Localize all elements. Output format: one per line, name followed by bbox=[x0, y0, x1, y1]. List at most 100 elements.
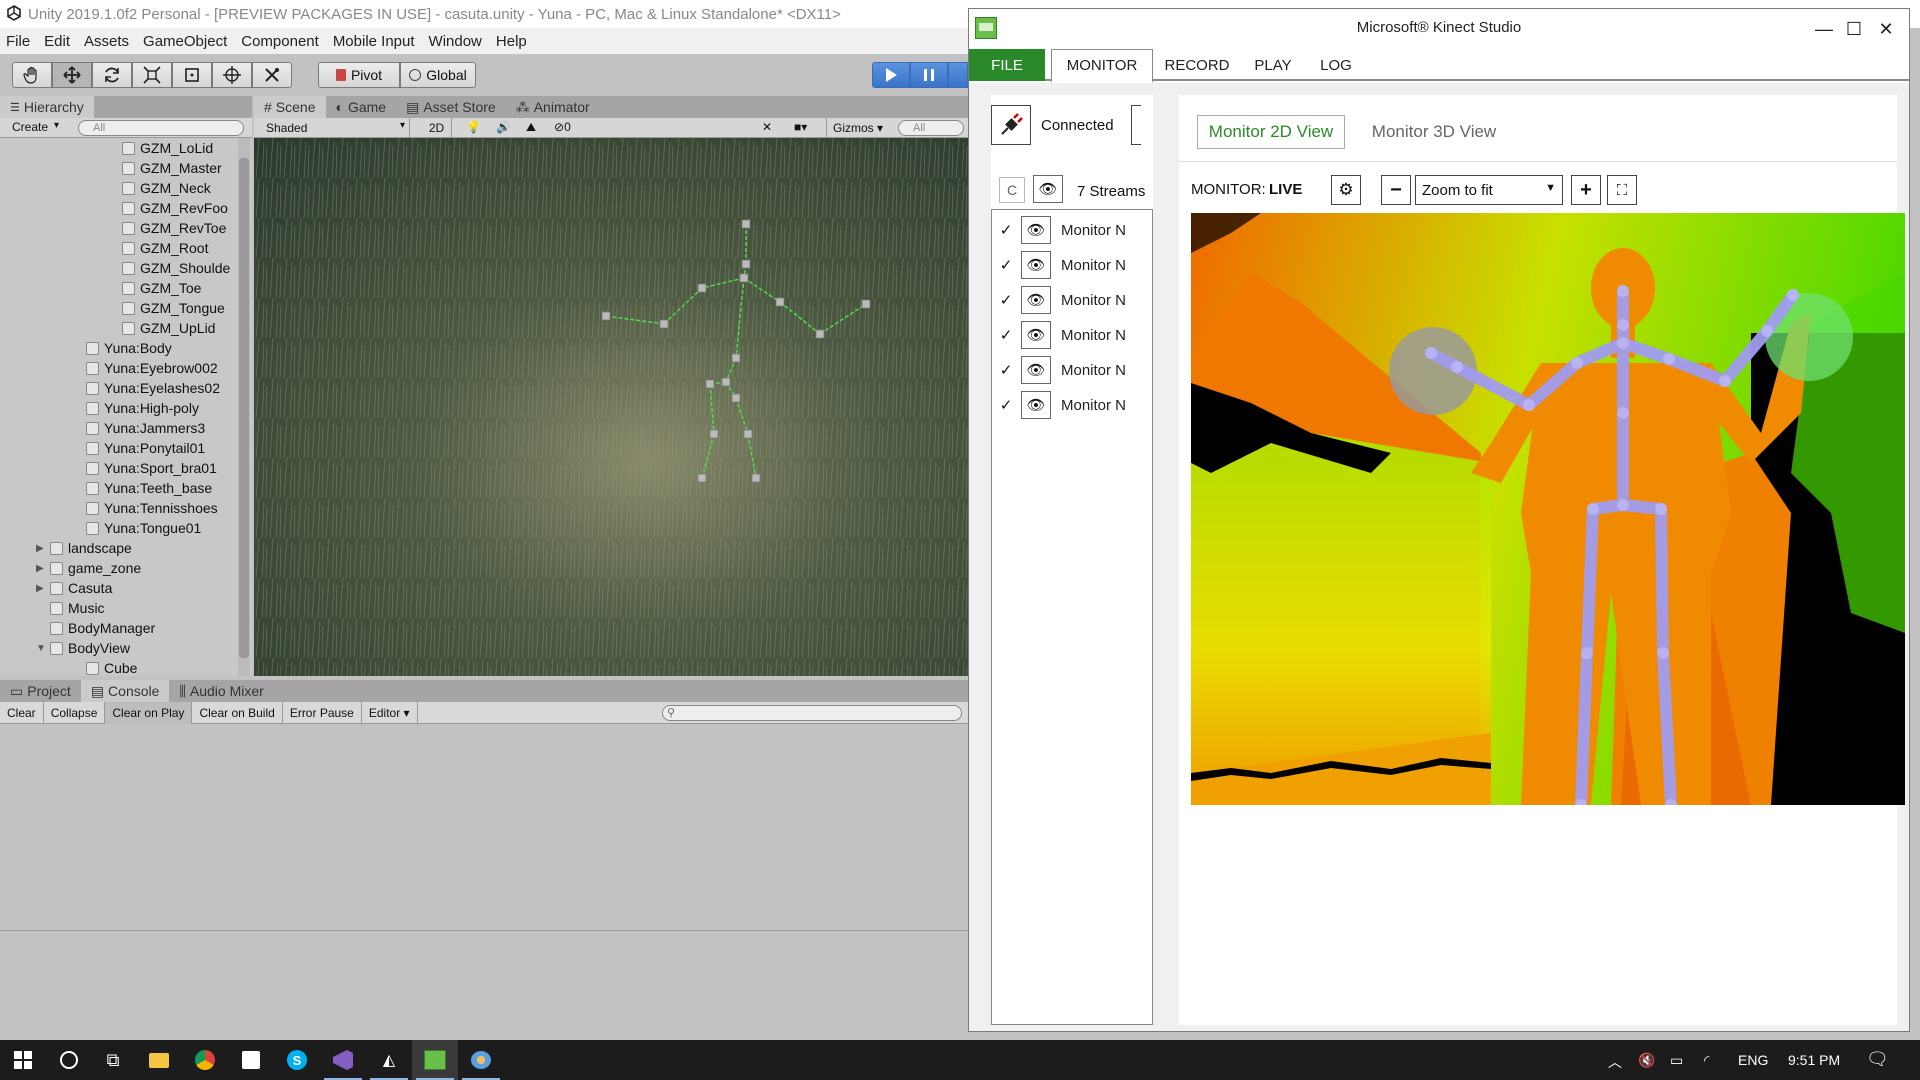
triangle-right-icon[interactable]: ▶ bbox=[36, 583, 44, 594]
stream-row[interactable]: ✓ 👁 Monitor N bbox=[991, 213, 1153, 247]
pivot-toggle[interactable]: Pivot bbox=[318, 62, 400, 88]
stream-eye-toggle[interactable]: 👁 bbox=[1021, 356, 1051, 384]
chrome-button[interactable] bbox=[182, 1040, 228, 1080]
hierarchy-scroll-thumb[interactable] bbox=[239, 158, 249, 658]
hierarchy-item[interactable]: GZM_Tongue bbox=[122, 298, 225, 318]
language-indicator[interactable]: ENG bbox=[1738, 1052, 1768, 1068]
checkmark-icon[interactable]: ✓ bbox=[991, 326, 1021, 344]
task-view-button[interactable]: ⧉ bbox=[90, 1040, 136, 1080]
fullscreen-button[interactable]: ⛶ bbox=[1607, 175, 1637, 205]
hierarchy-item[interactable]: GZM_Shoulde bbox=[122, 258, 230, 278]
audio-icon[interactable]: 🔊 bbox=[496, 120, 511, 134]
start-button[interactable] bbox=[0, 1040, 46, 1080]
stream-eye-toggle[interactable]: 👁 bbox=[1021, 321, 1051, 349]
menu-edit[interactable]: Edit bbox=[44, 33, 70, 50]
stream-row[interactable]: ✓ 👁 Monitor N bbox=[991, 283, 1153, 317]
all-streams-eye-toggle[interactable]: 👁 bbox=[1033, 175, 1063, 203]
triangle-right-icon[interactable]: ▶ bbox=[36, 563, 44, 574]
file-explorer-button[interactable] bbox=[136, 1040, 182, 1080]
checkmark-icon[interactable]: ✓ bbox=[991, 361, 1021, 379]
stream-eye-toggle[interactable]: 👁 bbox=[1021, 251, 1051, 279]
move-tool-button[interactable] bbox=[52, 62, 92, 88]
hierarchy-item[interactable]: BodyManager bbox=[50, 618, 155, 638]
triangle-down-icon[interactable]: ▼ bbox=[36, 643, 46, 654]
menu-component[interactable]: Component bbox=[241, 33, 319, 50]
tab-asset-store[interactable]: ▤ Asset Store bbox=[396, 96, 506, 118]
hierarchy-item[interactable]: Yuna:Eyelashes02 bbox=[86, 378, 220, 398]
tab-console[interactable]: ▤ Console bbox=[80, 680, 170, 702]
monitor-2d-view-tab[interactable]: Monitor 2D View bbox=[1197, 115, 1345, 149]
menu-window[interactable]: Window bbox=[429, 33, 482, 50]
c-toggle[interactable]: C bbox=[999, 177, 1025, 203]
hierarchy-item[interactable]: ▶ game_zone bbox=[36, 558, 141, 578]
checkmark-icon[interactable]: ✓ bbox=[991, 396, 1021, 414]
tools-cross-icon[interactable]: ✕ bbox=[762, 120, 772, 134]
tab-hierarchy[interactable]: ☰ Hierarchy bbox=[0, 96, 94, 118]
kinect-menu-monitor[interactable]: MONITOR bbox=[1051, 49, 1153, 83]
console-detail-area[interactable] bbox=[0, 930, 968, 1012]
hierarchy-item[interactable]: ▶ landscape bbox=[36, 538, 132, 558]
search-button[interactable] bbox=[46, 1040, 92, 1080]
hierarchy-item[interactable]: Yuna:Teeth_base bbox=[86, 478, 212, 498]
connect-button[interactable] bbox=[991, 105, 1031, 145]
tab-project[interactable]: ▭ Project bbox=[0, 680, 81, 702]
settings-button[interactable]: ⚙ bbox=[1331, 175, 1361, 205]
zoom-dropdown[interactable]: Zoom to fit ▼ bbox=[1415, 175, 1563, 205]
global-toggle[interactable]: Global bbox=[400, 62, 476, 88]
hierarchy-item[interactable]: GZM_Toe bbox=[122, 278, 201, 298]
checkmark-icon[interactable]: ✓ bbox=[991, 291, 1021, 309]
hierarchy-item[interactable]: Yuna:Ponytail01 bbox=[86, 438, 205, 458]
kinect-studio-taskbar-button[interactable] bbox=[412, 1040, 458, 1080]
skype-button[interactable]: S bbox=[274, 1040, 320, 1080]
hierarchy-item[interactable]: GZM_Master bbox=[122, 158, 222, 178]
menu-assets[interactable]: Assets bbox=[84, 33, 129, 50]
visual-studio-button[interactable] bbox=[320, 1040, 366, 1080]
tab-scene[interactable]: # Scene bbox=[254, 96, 326, 118]
hierarchy-item[interactable]: Music bbox=[50, 598, 105, 618]
step-button[interactable] bbox=[948, 62, 968, 88]
close-icon[interactable]: ✕ bbox=[1871, 17, 1901, 41]
zoom-out-button[interactable]: − bbox=[1381, 175, 1411, 205]
kinect-menu-record[interactable]: RECORD bbox=[1157, 49, 1237, 81]
zoom-in-button[interactable]: + bbox=[1571, 175, 1601, 205]
clear-on-play-button[interactable]: Clear on Play bbox=[105, 701, 193, 724]
hierarchy-item[interactable]: GZM_RevToe bbox=[122, 218, 226, 238]
hierarchy-scrollbar[interactable] bbox=[238, 138, 250, 676]
console-search-input[interactable]: ⚲ bbox=[662, 705, 962, 721]
scale-tool-button[interactable] bbox=[132, 62, 172, 88]
effects-icon[interactable]: ⛰ bbox=[526, 120, 536, 135]
stream-eye-toggle[interactable]: 👁 bbox=[1021, 286, 1051, 314]
monitor-3d-view-tab[interactable]: Monitor 3D View bbox=[1359, 115, 1509, 149]
hierarchy-item[interactable]: GZM_Neck bbox=[122, 178, 211, 198]
hierarchy-item[interactable]: GZM_UpLid bbox=[122, 318, 215, 338]
pause-button[interactable] bbox=[910, 62, 948, 88]
gizmos-dropdown[interactable]: Gizmos ▾ bbox=[826, 118, 886, 138]
hierarchy-item[interactable]: Yuna:Body bbox=[86, 338, 172, 358]
camera-icon[interactable]: ■▾ bbox=[794, 120, 807, 134]
menu-gameobject[interactable]: GameObject bbox=[143, 33, 227, 50]
hierarchy-item[interactable]: GZM_LoLid bbox=[122, 138, 213, 158]
battery-icon[interactable]: ▭ bbox=[1670, 1052, 1683, 1069]
rect-tool-button[interactable] bbox=[172, 62, 212, 88]
stream-row[interactable]: ✓ 👁 Monitor N bbox=[991, 353, 1153, 387]
stream-row[interactable]: ✓ 👁 Monitor N bbox=[991, 248, 1153, 282]
hierarchy-item[interactable]: GZM_RevFoo bbox=[122, 198, 228, 218]
clock[interactable]: 9:51 PM bbox=[1788, 1052, 1840, 1068]
notifications-icon[interactable]: 🗨 bbox=[1866, 1049, 1889, 1070]
hand-tool-button[interactable] bbox=[12, 62, 52, 88]
2d-toggle[interactable]: 2D bbox=[422, 118, 452, 138]
transform-tool-button[interactable] bbox=[212, 62, 252, 88]
play-button[interactable] bbox=[872, 62, 910, 88]
tray-chevron-up-icon[interactable]: ︿ bbox=[1608, 1052, 1622, 1072]
scene-viewport[interactable] bbox=[254, 138, 968, 676]
hierarchy-item[interactable]: Yuna:Sport_bra01 bbox=[86, 458, 217, 478]
hierarchy-item[interactable]: ▶ Casuta bbox=[36, 578, 112, 598]
create-dropdown[interactable]: Create bbox=[12, 120, 48, 134]
kinect-menu-log[interactable]: LOG bbox=[1305, 49, 1367, 81]
error-pause-button[interactable]: Error Pause bbox=[283, 701, 362, 724]
stream-row[interactable]: ✓ 👁 Monitor N bbox=[991, 388, 1153, 422]
hierarchy-item[interactable]: Yuna:Eyebrow002 bbox=[86, 358, 218, 378]
maximize-icon[interactable]: ☐ bbox=[1839, 17, 1869, 41]
unity-hub-button[interactable]: ◭ bbox=[366, 1040, 412, 1080]
editor-dropdown[interactable]: Editor ▾ bbox=[362, 701, 418, 724]
